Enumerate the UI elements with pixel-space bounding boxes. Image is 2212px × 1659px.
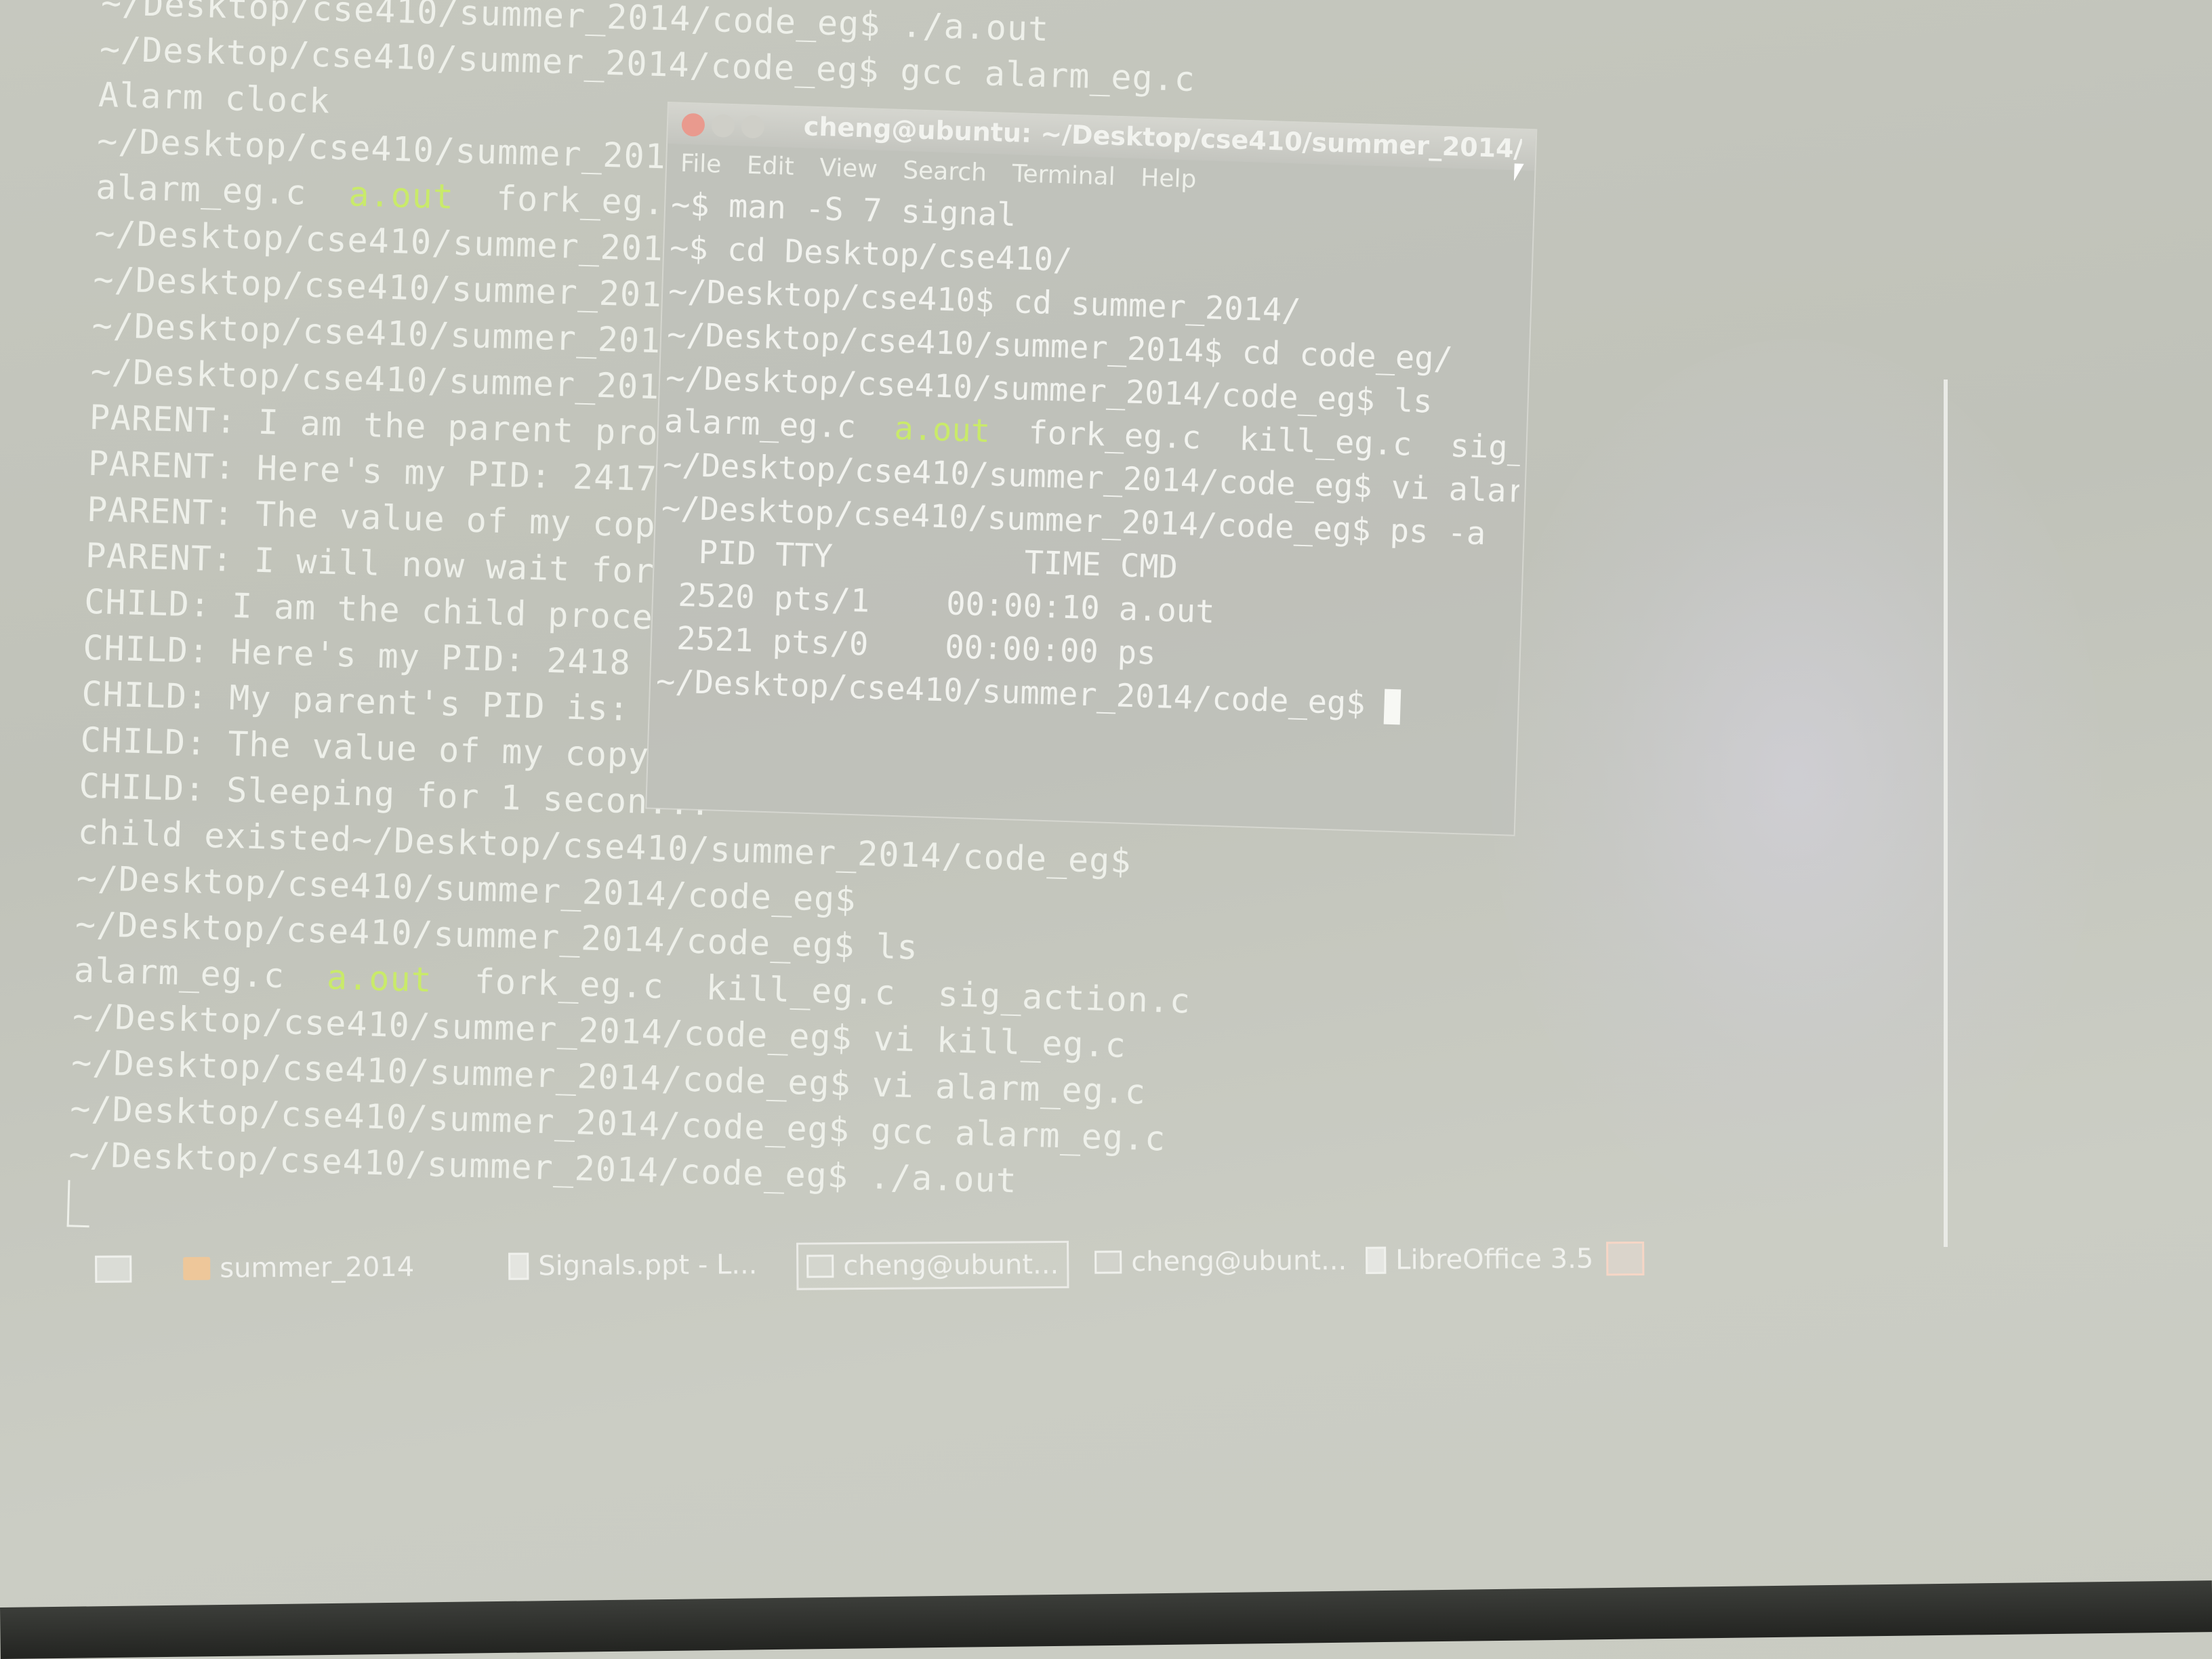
terminal-icon: [806, 1254, 834, 1278]
taskbar-item-libreoffice[interactable]: LibreOffice 3.5: [1366, 1237, 1594, 1282]
taskbar-show-desktop[interactable]: [95, 1247, 141, 1290]
taskbar-item-terminal-active[interactable]: cheng@ubunt...: [796, 1240, 1069, 1290]
terminal-window-output[interactable]: ~$ man -S 7 signal ~$ cd Desktop/cse410/…: [655, 183, 1528, 730]
taskbar-item-terminal[interactable]: cheng@ubunt...: [1094, 1239, 1347, 1284]
menu-file[interactable]: File: [680, 146, 722, 184]
screen-bezel: [0, 1580, 2212, 1659]
file-name: alarm_eg.c: [95, 167, 350, 214]
close-icon[interactable]: [681, 112, 705, 137]
taskbar: summer_2014 Signals.ppt - L... cheng@ubu…: [88, 1233, 1668, 1298]
menu-help[interactable]: Help: [1140, 160, 1197, 199]
terminal-window[interactable]: cheng@ubuntu: ~/Desktop/cse410/summer_20…: [645, 102, 1538, 836]
terminal-icon: [1094, 1250, 1122, 1274]
maximize-icon[interactable]: [741, 115, 765, 139]
desktop-wallpaper-glow: [1491, 339, 2101, 1220]
menu-edit[interactable]: Edit: [746, 148, 794, 186]
mouse-pointer-icon: [1513, 163, 1524, 182]
executable-file-name: a.out: [326, 957, 433, 1000]
file-name: alarm_eg.c: [663, 403, 895, 447]
taskbar-item-label: summer_2014: [220, 1251, 415, 1284]
show-desktop-icon: [95, 1255, 132, 1283]
taskbar-item-label: Signals.ppt - L...: [538, 1249, 758, 1282]
menu-search[interactable]: Search: [902, 152, 987, 192]
taskbar-tray[interactable]: [1606, 1237, 1654, 1280]
taskbar-item-folder[interactable]: summer_2014: [183, 1246, 414, 1290]
text-cursor-icon: [66, 1180, 91, 1228]
block-cursor-icon: [1383, 689, 1401, 724]
projected-screen: ~/Desktop/cse410/summer_2014/code_eg$ ./…: [0, 0, 2212, 1659]
tray-icon: [1606, 1241, 1645, 1276]
taskbar-item-presentation[interactable]: Signals.ppt - L...: [508, 1243, 758, 1288]
folder-icon: [183, 1256, 211, 1281]
file-name: fork_eg.: [453, 177, 665, 223]
menu-terminal[interactable]: Terminal: [1012, 156, 1116, 196]
taskbar-item-label: cheng@ubunt...: [1131, 1245, 1347, 1278]
executable-file-name: a.out: [348, 174, 455, 217]
presentation-document-icon: [508, 1252, 529, 1280]
desktop-edge-line: [1944, 380, 1948, 1247]
file-name: alarm_eg.c: [73, 950, 328, 997]
executable-file-name: a.out: [893, 409, 991, 451]
document-icon: [1366, 1246, 1387, 1274]
taskbar-item-label: LibreOffice 3.5: [1395, 1243, 1594, 1276]
taskbar-item-label: cheng@ubunt...: [843, 1249, 1059, 1282]
minimize-icon[interactable]: [711, 114, 735, 138]
menu-view[interactable]: View: [819, 150, 878, 188]
